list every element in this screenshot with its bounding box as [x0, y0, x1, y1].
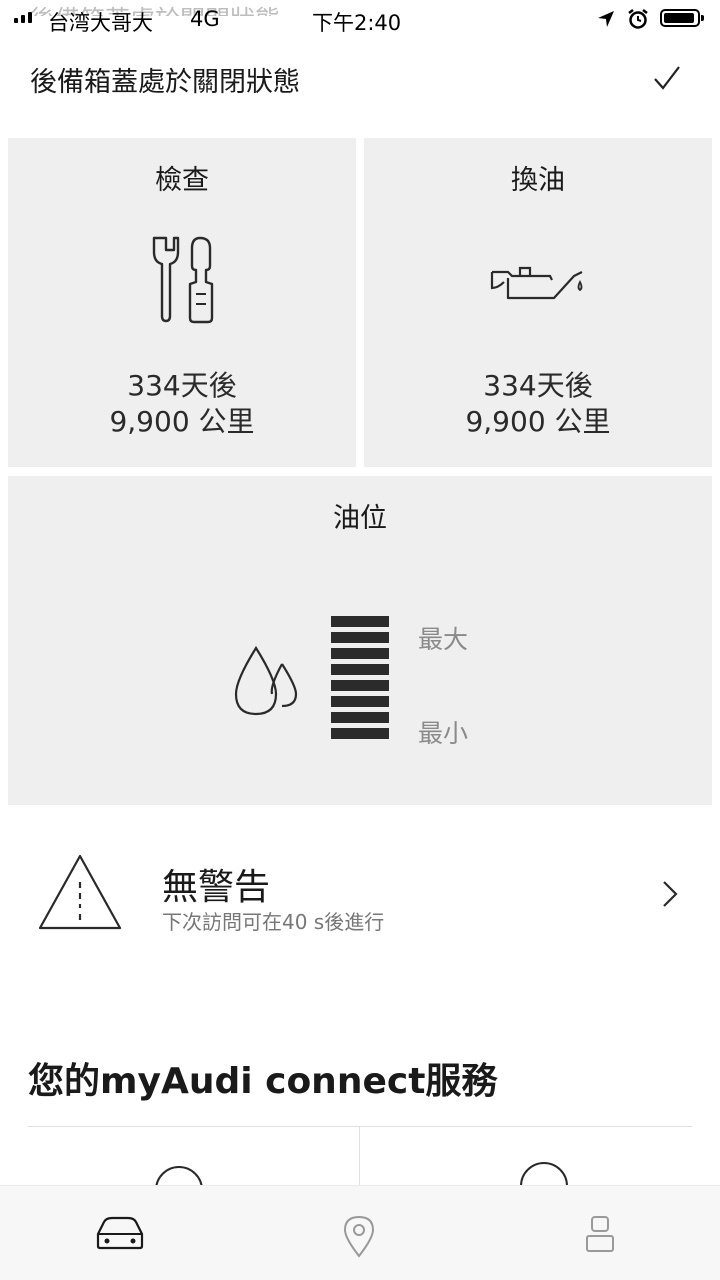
- services-section-title: 您的myAudi connect服務: [28, 1061, 498, 1102]
- oil-level-tile[interactable]: 油位 最大 最小: [8, 476, 712, 805]
- signal-strength-icon: [14, 12, 32, 23]
- oil-level-max-label: 最大: [418, 625, 469, 654]
- oil-level-gauge: [331, 616, 389, 744]
- location-arrow-icon: [598, 11, 614, 27]
- oil-level-segment: [331, 728, 389, 739]
- oil-drops-icon: [234, 645, 298, 716]
- car-icon[interactable]: [94, 1214, 146, 1252]
- checkmark-icon: [654, 66, 680, 90]
- warning-title: 無警告: [162, 867, 271, 908]
- oil-level-segment: [331, 696, 389, 707]
- warning-subtitle: 下次訪問可在40 s後進行: [162, 910, 385, 934]
- oil-level-title: 油位: [333, 503, 387, 534]
- status-time: 下午2:40: [312, 11, 402, 35]
- alarm-clock-icon: [628, 9, 648, 29]
- oil-change-title: 換油: [511, 165, 565, 196]
- oil-level-min-label: 最小: [418, 719, 469, 748]
- oil-level-segment: [331, 680, 389, 691]
- trunk-status-row[interactable]: 後備箱蓋處於關閉狀態: [0, 44, 720, 116]
- inspection-days: 334天後: [127, 369, 237, 402]
- warnings-row[interactable]: 無警告 下次訪問可在40 s後進行: [0, 840, 720, 950]
- oil-level-segment: [331, 664, 389, 675]
- network-type: 4G: [190, 7, 220, 31]
- person-icon[interactable]: [584, 1214, 616, 1254]
- oil-level-segment: [331, 616, 389, 627]
- inspection-title: 檢查: [155, 165, 209, 196]
- services-column-divider: [359, 1127, 360, 1187]
- oil-change-days: 334天後: [483, 369, 593, 402]
- oil-level-segment: [331, 712, 389, 723]
- oil-change-tile[interactable]: 換油 334天後 9,900 公里: [364, 138, 712, 467]
- trunk-status-text: 後備箱蓋處於關閉狀態: [30, 67, 300, 98]
- carrier-name: 台湾大哥大: [48, 11, 153, 35]
- wrench-screwdriver-icon: [152, 236, 214, 324]
- inspection-tile[interactable]: 檢查 334天後 9,900 公里: [8, 138, 356, 467]
- battery-icon: [660, 9, 704, 27]
- services-divider: [28, 1126, 692, 1127]
- warning-triangle-icon: [38, 854, 122, 930]
- oil-level-segment: [331, 632, 389, 643]
- location-pin-icon[interactable]: [342, 1214, 376, 1258]
- oil-change-distance: 9,900 公里: [465, 405, 611, 438]
- inspection-distance: 9,900 公里: [109, 405, 255, 438]
- chevron-right-icon: [663, 881, 678, 907]
- oil-can-icon: [490, 266, 583, 300]
- status-bar: 後備箱蓋處於關閉狀態 台湾大哥大 4G 下午2:40: [0, 0, 720, 40]
- tab-bar: [0, 1186, 720, 1280]
- oil-level-segment: [331, 648, 389, 659]
